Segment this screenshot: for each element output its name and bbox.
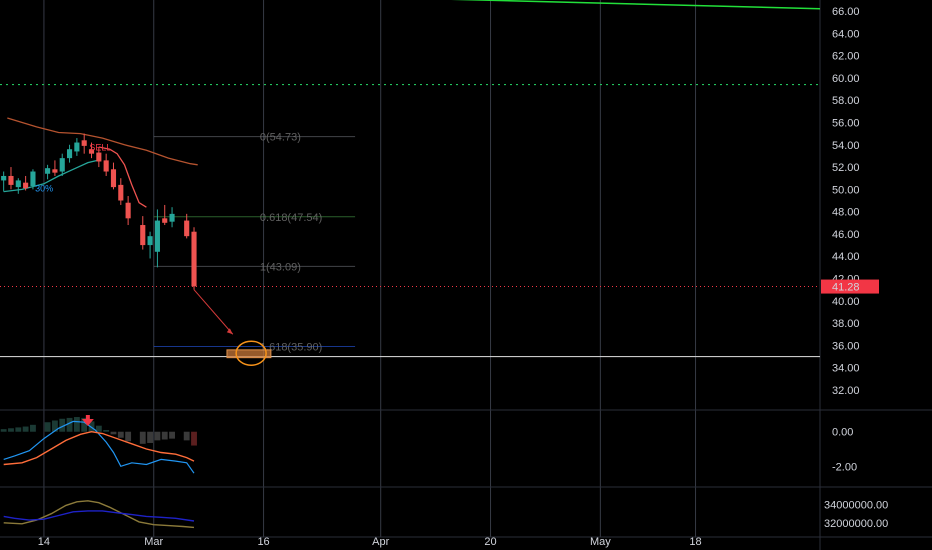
price-axis-tick: 48.00 [832,207,860,219]
projection-arrow [193,289,234,335]
candle-body [125,202,131,219]
candle-body [169,213,175,222]
candle-body [118,184,124,201]
time-axis-tick: 20 [484,536,496,548]
candle-body [184,220,190,237]
macd-histogram-bar [110,431,117,435]
time-axis-tick: Mar [144,536,163,548]
candle-body [110,169,117,188]
candle-body [81,140,87,146]
price-axis-tick: 46.00 [832,229,860,241]
candle-body [8,175,14,185]
price-axis-tick: 66.00 [832,6,860,18]
macd-histogram-bar [147,431,154,443]
macd-axis-tick: 0.00 [832,427,853,439]
oscillator-line [3,510,195,522]
price-axis-tick: 32.00 [832,385,860,397]
macd-histogram-bar [30,424,36,432]
macd-histogram-bar [191,431,197,446]
price-axis-tick: 58.00 [832,95,860,107]
macd-histogram-bar [73,417,80,432]
candle-body [154,220,160,252]
candle-body [15,180,21,188]
macd-histogram-bar [95,425,102,432]
price-axis-tick: 44.00 [832,251,860,263]
macd-histogram-bar [103,430,110,432]
candle-body [147,236,153,246]
candle-body [191,231,197,287]
candle-body [74,142,80,152]
oscillator-axis-tick: 34000000.00 [824,500,888,512]
time-axis-tick: 18 [689,536,701,548]
macd-histogram-bar [169,431,175,439]
macd-histogram-bar [125,431,132,442]
price-axis-tick: 54.00 [832,140,860,152]
macd-histogram-bar [8,428,14,432]
macd-histogram-bar [161,431,168,440]
oscillator-axis-tick: 32000000.00 [824,518,888,530]
candle-body [140,225,146,246]
macd-histogram-bar [117,431,124,438]
macd-histogram-bar [22,426,29,432]
price-axis-tick: 50.00 [832,184,860,196]
candle-body [23,182,29,189]
macd-histogram-bar [154,431,161,441]
time-axis-tick: 16 [257,536,269,548]
candle-body [66,149,73,159]
price-axis-tick: 34.00 [832,363,860,375]
candle-body [52,169,58,173]
time-axis-tick: May [590,536,611,548]
price-axis-tick: 36.00 [832,340,860,352]
macd-histogram-bar [15,427,22,432]
oscillator-line [3,500,195,529]
macd-axis-tick: -2.00 [832,461,857,473]
candle-body [59,158,65,172]
price-axis-tick: 64.00 [832,28,860,40]
candle-body [1,175,7,181]
candle-body [103,160,109,172]
fib-level-label: 1(43.09) [260,261,301,273]
price-chart: 0(54.73)0.618(47.54)1(43.09)1.618(35.90)… [0,0,932,550]
price-axis-tick: 60.00 [832,73,860,85]
macd-histogram-bar [139,431,146,444]
price-axis-tick: 62.00 [832,51,860,63]
macd-histogram-bar [183,431,190,441]
fib-level-label: 0.618(47.54) [260,212,322,224]
candle-body [45,168,51,174]
green-trend-line [451,0,821,10]
target-zone [226,349,272,359]
price-axis-tick: 38.00 [832,318,860,330]
last-price-label: 41.28 [832,282,860,294]
price-axis-tick: 40.00 [832,296,860,308]
time-axis-tick: 14 [38,536,50,548]
price-axis-tick: 52.00 [832,162,860,174]
candle-body [96,152,102,162]
price-axis-tick: 56.00 [832,117,860,129]
signal-label: SELL [89,142,111,152]
macd-histogram-bar [44,422,51,432]
candle-body [162,218,168,223]
fib-level-label: 0(54.73) [260,132,301,144]
time-axis-tick: Apr [372,536,389,548]
macd-histogram-bar [0,429,7,432]
chart-root: 0(54.73) 0.618(47.54) 1(43.09) 1.618(35.90)… [0,0,932,550]
signal-label: 30% [35,184,53,194]
macd-histogram-bar [66,417,73,432]
